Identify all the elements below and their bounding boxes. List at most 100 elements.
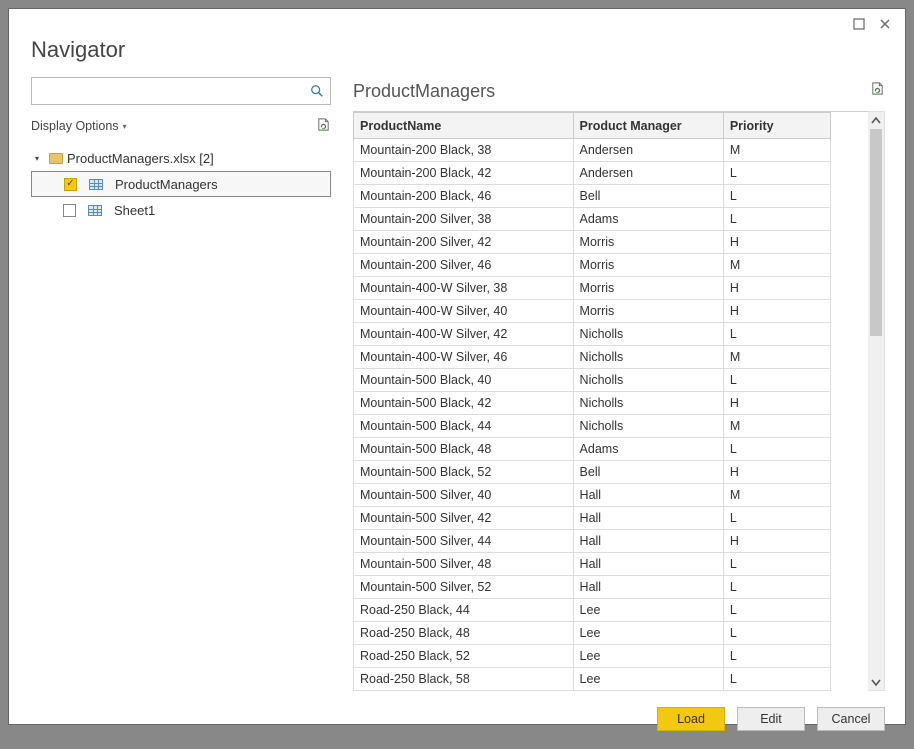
table-cell: Hall bbox=[573, 576, 723, 599]
load-button[interactable]: Load bbox=[657, 707, 725, 731]
table-cell: M bbox=[723, 346, 830, 369]
table-cell: Mountain-200 Silver, 46 bbox=[354, 254, 574, 277]
preview-pane: ProductManagers ProductNameProduct Manag… bbox=[353, 77, 885, 691]
table-row[interactable]: Road-250 Black, 44LeeL bbox=[354, 599, 831, 622]
table-cell: Lee bbox=[573, 599, 723, 622]
table-row[interactable]: Mountain-500 Silver, 48HallL bbox=[354, 553, 831, 576]
table-cell: L bbox=[723, 553, 830, 576]
tree-item-label: Sheet1 bbox=[114, 203, 155, 218]
table-row[interactable]: Mountain-200 Silver, 46MorrisM bbox=[354, 254, 831, 277]
scroll-track[interactable] bbox=[868, 129, 884, 673]
table-cell: Morris bbox=[573, 277, 723, 300]
table-row[interactable]: Mountain-200 Black, 38AndersenM bbox=[354, 139, 831, 162]
table-cell: Bell bbox=[573, 461, 723, 484]
table-row[interactable]: Mountain-500 Silver, 42HallL bbox=[354, 507, 831, 530]
table-row[interactable]: Mountain-400-W Silver, 42NichollsL bbox=[354, 323, 831, 346]
column-header[interactable]: Product Manager bbox=[573, 113, 723, 139]
scroll-thumb[interactable] bbox=[870, 129, 882, 336]
window-maximize-icon[interactable] bbox=[853, 17, 865, 33]
search-box[interactable] bbox=[31, 77, 331, 105]
scroll-up-icon[interactable] bbox=[868, 112, 884, 129]
table-cell: Nicholls bbox=[573, 415, 723, 438]
column-header[interactable]: ProductName bbox=[354, 113, 574, 139]
preview-table-scroll: ProductNameProduct ManagerPriority Mount… bbox=[353, 111, 868, 691]
table-cell: Hall bbox=[573, 484, 723, 507]
table-cell: Hall bbox=[573, 507, 723, 530]
titlebar bbox=[9, 9, 905, 33]
table-cell: H bbox=[723, 392, 830, 415]
table-row[interactable]: Mountain-500 Silver, 52HallL bbox=[354, 576, 831, 599]
table-cell: L bbox=[723, 323, 830, 346]
table-cell: Mountain-200 Black, 38 bbox=[354, 139, 574, 162]
tree-item-sheet1[interactable]: Sheet1 bbox=[31, 197, 331, 223]
table-cell: Nicholls bbox=[573, 323, 723, 346]
table-row[interactable]: Mountain-200 Black, 42AndersenL bbox=[354, 162, 831, 185]
table-row[interactable]: Mountain-400-W Silver, 40MorrisH bbox=[354, 300, 831, 323]
folder-icon bbox=[49, 153, 63, 164]
table-row[interactable]: Mountain-500 Black, 48AdamsL bbox=[354, 438, 831, 461]
cancel-button[interactable]: Cancel bbox=[817, 707, 885, 731]
table-cell: L bbox=[723, 185, 830, 208]
table-row[interactable]: Road-250 Black, 58LeeL bbox=[354, 668, 831, 691]
expander-icon[interactable]: ▾ bbox=[35, 154, 45, 163]
table-cell: Mountain-500 Black, 44 bbox=[354, 415, 574, 438]
display-options-label: Display Options bbox=[31, 119, 119, 133]
table-row[interactable]: Mountain-500 Silver, 44HallH bbox=[354, 530, 831, 553]
tree-root-label: ProductManagers.xlsx [2] bbox=[67, 151, 214, 166]
refresh-icon[interactable] bbox=[316, 117, 331, 135]
scroll-down-icon[interactable] bbox=[868, 673, 884, 690]
table-row[interactable]: Mountain-200 Black, 46BellL bbox=[354, 185, 831, 208]
search-input[interactable] bbox=[38, 84, 310, 99]
edit-button[interactable]: Edit bbox=[737, 707, 805, 731]
table-row[interactable]: Mountain-500 Black, 40NichollsL bbox=[354, 369, 831, 392]
table-cell: Mountain-500 Silver, 40 bbox=[354, 484, 574, 507]
tree-item-label: ProductManagers bbox=[115, 177, 218, 192]
table-cell: Lee bbox=[573, 645, 723, 668]
table-row[interactable]: Mountain-500 Black, 42NichollsH bbox=[354, 392, 831, 415]
tree-root[interactable]: ▾ ProductManagers.xlsx [2] bbox=[31, 145, 331, 171]
table-row[interactable]: Road-250 Black, 48LeeL bbox=[354, 622, 831, 645]
display-options-dropdown[interactable]: Display Options ▾ bbox=[31, 119, 127, 133]
table-row[interactable]: Mountain-200 Silver, 42MorrisH bbox=[354, 231, 831, 254]
search-icon[interactable] bbox=[310, 84, 324, 98]
caret-down-icon: ▾ bbox=[123, 122, 127, 131]
table-cell: L bbox=[723, 208, 830, 231]
table-row[interactable]: Mountain-500 Black, 44NichollsM bbox=[354, 415, 831, 438]
tree-item-productmanagers[interactable]: ✓ ProductManagers bbox=[31, 171, 331, 197]
table-cell: Mountain-400-W Silver, 46 bbox=[354, 346, 574, 369]
table-cell: H bbox=[723, 277, 830, 300]
table-row[interactable]: Mountain-500 Black, 52BellH bbox=[354, 461, 831, 484]
vertical-scrollbar[interactable] bbox=[868, 111, 885, 691]
table-cell: Road-250 Black, 44 bbox=[354, 599, 574, 622]
table-cell: Mountain-500 Silver, 48 bbox=[354, 553, 574, 576]
table-cell: L bbox=[723, 162, 830, 185]
table-cell: Mountain-200 Black, 46 bbox=[354, 185, 574, 208]
window-close-icon[interactable] bbox=[879, 17, 891, 33]
table-row[interactable]: Mountain-200 Silver, 38AdamsL bbox=[354, 208, 831, 231]
table-cell: L bbox=[723, 438, 830, 461]
table-row[interactable]: Mountain-400-W Silver, 38MorrisH bbox=[354, 277, 831, 300]
table-cell: Nicholls bbox=[573, 369, 723, 392]
source-tree: ▾ ProductManagers.xlsx [2] ✓ ProductManag… bbox=[31, 145, 331, 223]
table-cell: Mountain-400-W Silver, 40 bbox=[354, 300, 574, 323]
table-cell: L bbox=[723, 668, 830, 691]
table-cell: M bbox=[723, 139, 830, 162]
checkbox[interactable]: ✓ bbox=[64, 178, 77, 191]
table-cell: Mountain-400-W Silver, 38 bbox=[354, 277, 574, 300]
table-cell: H bbox=[723, 461, 830, 484]
table-row[interactable]: Road-250 Black, 52LeeL bbox=[354, 645, 831, 668]
column-header[interactable]: Priority bbox=[723, 113, 830, 139]
table-cell: Nicholls bbox=[573, 392, 723, 415]
table-cell: L bbox=[723, 622, 830, 645]
table-cell: Adams bbox=[573, 208, 723, 231]
checkbox[interactable] bbox=[63, 204, 76, 217]
table-cell: Mountain-200 Black, 42 bbox=[354, 162, 574, 185]
table-row[interactable]: Mountain-400-W Silver, 46NichollsM bbox=[354, 346, 831, 369]
table-cell: H bbox=[723, 300, 830, 323]
table-cell: M bbox=[723, 484, 830, 507]
table-cell: M bbox=[723, 415, 830, 438]
table-cell: Mountain-500 Black, 48 bbox=[354, 438, 574, 461]
preview-refresh-icon[interactable] bbox=[870, 81, 885, 101]
table-row[interactable]: Mountain-500 Silver, 40HallM bbox=[354, 484, 831, 507]
table-cell: Bell bbox=[573, 185, 723, 208]
